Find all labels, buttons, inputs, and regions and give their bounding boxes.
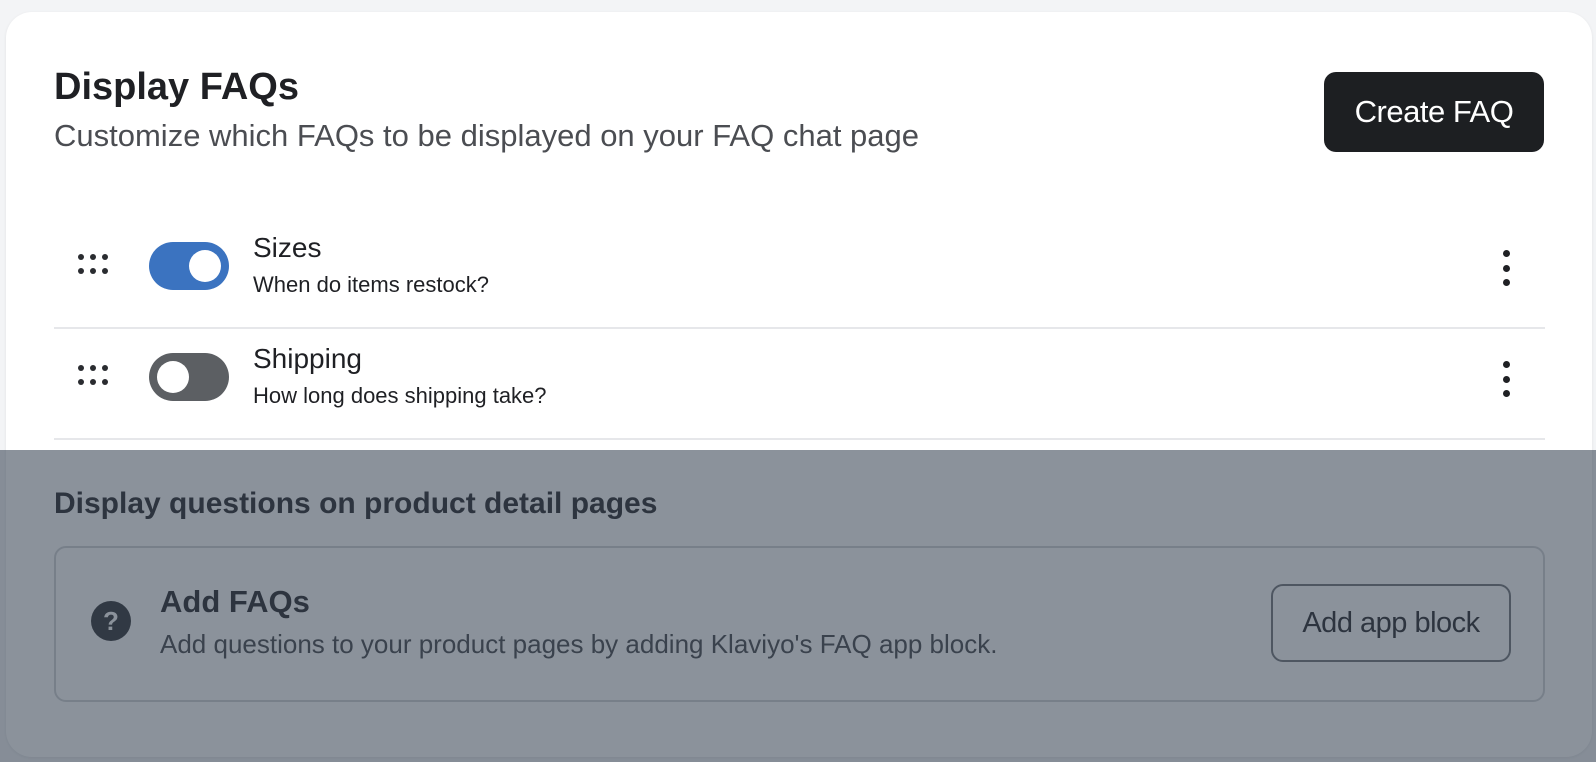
faq-list: Sizes When do items restock? Shipping Ho…	[54, 218, 1545, 440]
faq-toggle-sizes[interactable]	[149, 242, 229, 290]
faq-toggle-shipping[interactable]	[149, 353, 229, 401]
create-faq-button[interactable]: Create FAQ	[1324, 72, 1544, 152]
faq-question: How long does shipping take?	[253, 383, 547, 408]
faq-settings-card: Display FAQs Customize which FAQs to be …	[6, 12, 1592, 757]
help-circle-icon: ?	[91, 601, 131, 641]
faq-text: Shipping How long does shipping take?	[253, 341, 547, 411]
drag-handle-icon[interactable]	[78, 254, 112, 278]
faq-row-shipping: Shipping How long does shipping take?	[54, 329, 1545, 440]
page-title: Display FAQs	[54, 66, 299, 108]
add-app-block-button[interactable]: Add app block	[1271, 584, 1511, 662]
faq-text: Sizes When do items restock?	[253, 230, 489, 300]
app-block-banner: ? Add FAQs Add questions to your product…	[54, 546, 1545, 702]
faq-question: When do items restock?	[253, 272, 489, 297]
display-faqs-header: Display FAQs Customize which FAQs to be …	[54, 64, 919, 156]
drag-handle-icon[interactable]	[78, 365, 112, 389]
app-block-description: Add questions to your product pages by a…	[160, 629, 998, 659]
faq-row-sizes: Sizes When do items restock?	[54, 218, 1545, 329]
faq-title: Shipping	[253, 343, 362, 374]
toggle-knob	[157, 361, 189, 393]
app-block-title: Add FAQs	[160, 584, 310, 619]
app-block-text: Add FAQs Add questions to your product p…	[160, 582, 997, 662]
section-title: Display questions on product detail page…	[54, 487, 658, 520]
more-vertical-icon[interactable]	[1501, 250, 1511, 286]
page-subtitle: Customize which FAQs to be displayed on …	[54, 118, 920, 153]
toggle-knob	[189, 250, 221, 282]
faq-title: Sizes	[253, 232, 322, 263]
product-pages-section: Display questions on product detail page…	[54, 484, 1545, 702]
more-vertical-icon[interactable]	[1501, 361, 1511, 397]
